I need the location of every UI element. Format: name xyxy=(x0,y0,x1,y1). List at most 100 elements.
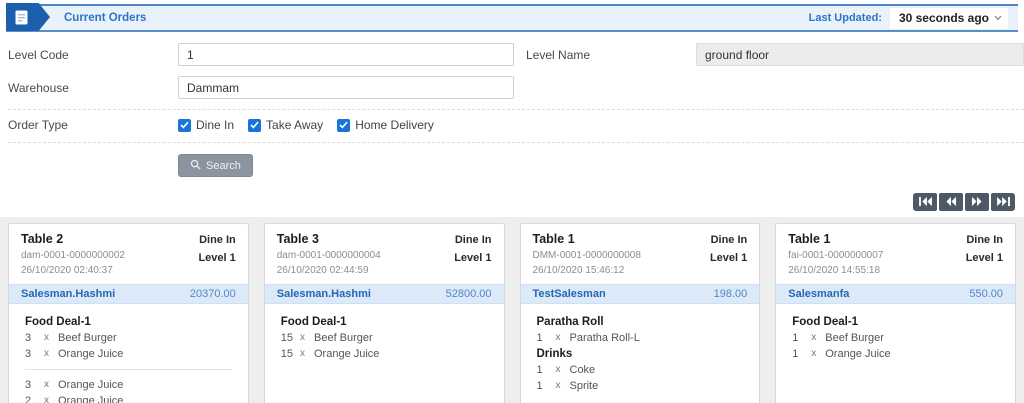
order-item: 15 x Beef Burger xyxy=(281,332,490,344)
item-name: Orange Juice xyxy=(58,395,124,403)
level-badge: Level 1 xyxy=(198,251,236,264)
order-card: Table 2 dam-0001-0000000002 26/10/2020 0… xyxy=(8,223,249,403)
order-item: 1 x Beef Burger xyxy=(792,332,1001,344)
item-name: Beef Burger xyxy=(314,332,373,344)
order-type-checkbox[interactable]: Dine In xyxy=(178,118,234,132)
previous-page-button[interactable] xyxy=(939,193,963,211)
order-card-header: Table 3 dam-0001-0000000004 26/10/2020 0… xyxy=(265,224,504,284)
table-name: Table 2 xyxy=(21,232,64,246)
order-type-checkbox-label: Home Delivery xyxy=(355,118,434,132)
order-item: 15 x Orange Juice xyxy=(281,348,490,360)
order-type-checkbox-label: Dine In xyxy=(196,118,235,132)
order-item: 2 x Orange Juice xyxy=(25,395,234,403)
last-updated-select[interactable]: 30 seconds ago xyxy=(889,7,1008,29)
item-name: Paratha Roll-L xyxy=(569,332,640,344)
order-cards-area: Table 2 dam-0001-0000000002 26/10/2020 0… xyxy=(0,217,1024,403)
salesman-name: TestSalesman xyxy=(532,288,606,300)
item-qty: 15 xyxy=(280,348,293,360)
item-name: Beef Burger xyxy=(58,332,117,344)
order-item: 1 x Paratha Roll-L xyxy=(537,332,746,344)
order-card-header: Table 1 fai-0001-0000000007 26/10/2020 1… xyxy=(776,224,1015,284)
item-multiply-sign: x xyxy=(300,332,305,343)
order-item: 1 x Orange Juice xyxy=(792,348,1001,360)
item-multiply-sign: x xyxy=(555,332,561,343)
order-type-badge: Dine In xyxy=(454,234,492,246)
filter-form: Level Code Level Name Warehouse Order Ty… xyxy=(0,32,1024,187)
order-type-checkbox[interactable]: Home Delivery xyxy=(337,118,434,132)
item-qty: 3 xyxy=(25,348,32,360)
item-group-divider xyxy=(25,369,232,370)
level-name-input[interactable] xyxy=(696,43,1024,66)
last-updated-value: 30 seconds ago xyxy=(898,11,989,25)
order-item: 1 x Coke xyxy=(537,364,746,376)
item-name: Orange Juice xyxy=(58,348,124,360)
checkbox-checked-icon xyxy=(337,118,351,132)
level-badge: Level 1 xyxy=(965,251,1003,264)
order-card: Table 1 DMM-0001-0000000008 26/10/2020 1… xyxy=(519,223,761,403)
warehouse-input[interactable] xyxy=(178,76,514,99)
level-code-input[interactable] xyxy=(178,43,514,66)
order-type-badge: Dine In xyxy=(710,234,748,246)
first-page-icon xyxy=(918,195,933,210)
order-items-list: Paratha Roll 1 x Paratha Roll-L Drinks 1 x Coke… xyxy=(521,304,760,403)
item-multiply-sign: x xyxy=(44,379,49,390)
last-page-button[interactable] xyxy=(991,193,1015,211)
item-qty: 15 xyxy=(280,332,293,344)
first-page-button[interactable] xyxy=(913,193,937,211)
item-group-name: Drinks xyxy=(536,348,573,360)
item-name: Coke xyxy=(569,364,596,376)
order-type-checkbox[interactable]: Take Away xyxy=(248,118,323,132)
order-amount: 52800.00 xyxy=(445,288,492,300)
order-datetime: 26/10/2020 02:40:37 xyxy=(21,265,113,276)
page-title: Current Orders xyxy=(64,12,147,24)
last-page-icon xyxy=(996,195,1011,210)
search-icon xyxy=(190,159,201,173)
search-button[interactable]: Search xyxy=(178,154,253,177)
previous-page-icon xyxy=(944,195,958,210)
salesman-bar: TestSalesman 198.00 xyxy=(520,284,760,304)
order-amount: 198.00 xyxy=(713,288,748,300)
salesman-bar: Salesman.Hashmi 52800.00 xyxy=(264,284,504,304)
item-name: Orange Juice xyxy=(314,348,380,360)
item-group-name: Food Deal-1 xyxy=(792,316,859,328)
salesman-name: Salesman.Hashmi xyxy=(276,288,371,300)
order-card-header: Table 2 dam-0001-0000000002 26/10/2020 0… xyxy=(9,224,248,284)
document-icon xyxy=(6,3,50,31)
level-badge: Level 1 xyxy=(454,251,492,264)
item-qty: 2 xyxy=(25,395,32,403)
order-card: Table 3 dam-0001-0000000004 26/10/2020 0… xyxy=(263,223,505,403)
warehouse-label: Warehouse xyxy=(8,80,69,95)
item-qty: 1 xyxy=(536,332,543,344)
order-items-list: Food Deal-1 3 x Beef Burger 3 x Orange Juice 3 x… xyxy=(9,304,248,403)
item-group-name: Food Deal-1 xyxy=(25,316,91,328)
checkbox-checked-icon xyxy=(248,118,262,132)
order-number: fai-0001-0000000007 xyxy=(788,250,884,261)
order-card: Table 1 fai-0001-0000000007 26/10/2020 1… xyxy=(775,223,1016,403)
salesman-bar: Salesman.Hashmi 20370.00 xyxy=(9,284,248,304)
item-name: Beef Burger xyxy=(825,332,884,344)
order-type-checkbox-group: Dine In Take Away Home Delivery xyxy=(178,118,434,132)
order-datetime: 26/10/2020 15:46:12 xyxy=(532,265,625,276)
item-qty: 3 xyxy=(25,379,32,391)
item-multiply-sign: x xyxy=(811,332,817,343)
order-card-header: Table 1 DMM-0001-0000000008 26/10/2020 1… xyxy=(521,224,760,284)
order-item: 3 x Beef Burger xyxy=(25,332,234,344)
order-type-checkbox-label: Take Away xyxy=(266,118,324,132)
order-datetime: 26/10/2020 14:55:18 xyxy=(788,265,881,276)
salesman-bar: Salesmanfa 550.00 xyxy=(776,284,1015,304)
next-page-button[interactable] xyxy=(965,193,989,211)
table-name: Table 3 xyxy=(276,232,319,246)
item-name: Sprite xyxy=(569,380,599,392)
order-number: DMM-0001-0000000008 xyxy=(532,250,641,261)
order-amount: 550.00 xyxy=(969,288,1003,300)
table-name: Table 1 xyxy=(788,232,831,246)
item-name: Orange Juice xyxy=(58,379,124,391)
order-number: dam-0001-0000000004 xyxy=(276,250,381,261)
item-multiply-sign: x xyxy=(300,348,305,359)
search-button-label: Search xyxy=(206,159,241,172)
item-multiply-sign: x xyxy=(555,380,561,391)
item-qty: 1 xyxy=(792,332,799,344)
pagination xyxy=(0,187,1024,217)
item-multiply-sign: x xyxy=(811,348,817,359)
order-item: 3 x Orange Juice xyxy=(25,348,234,360)
